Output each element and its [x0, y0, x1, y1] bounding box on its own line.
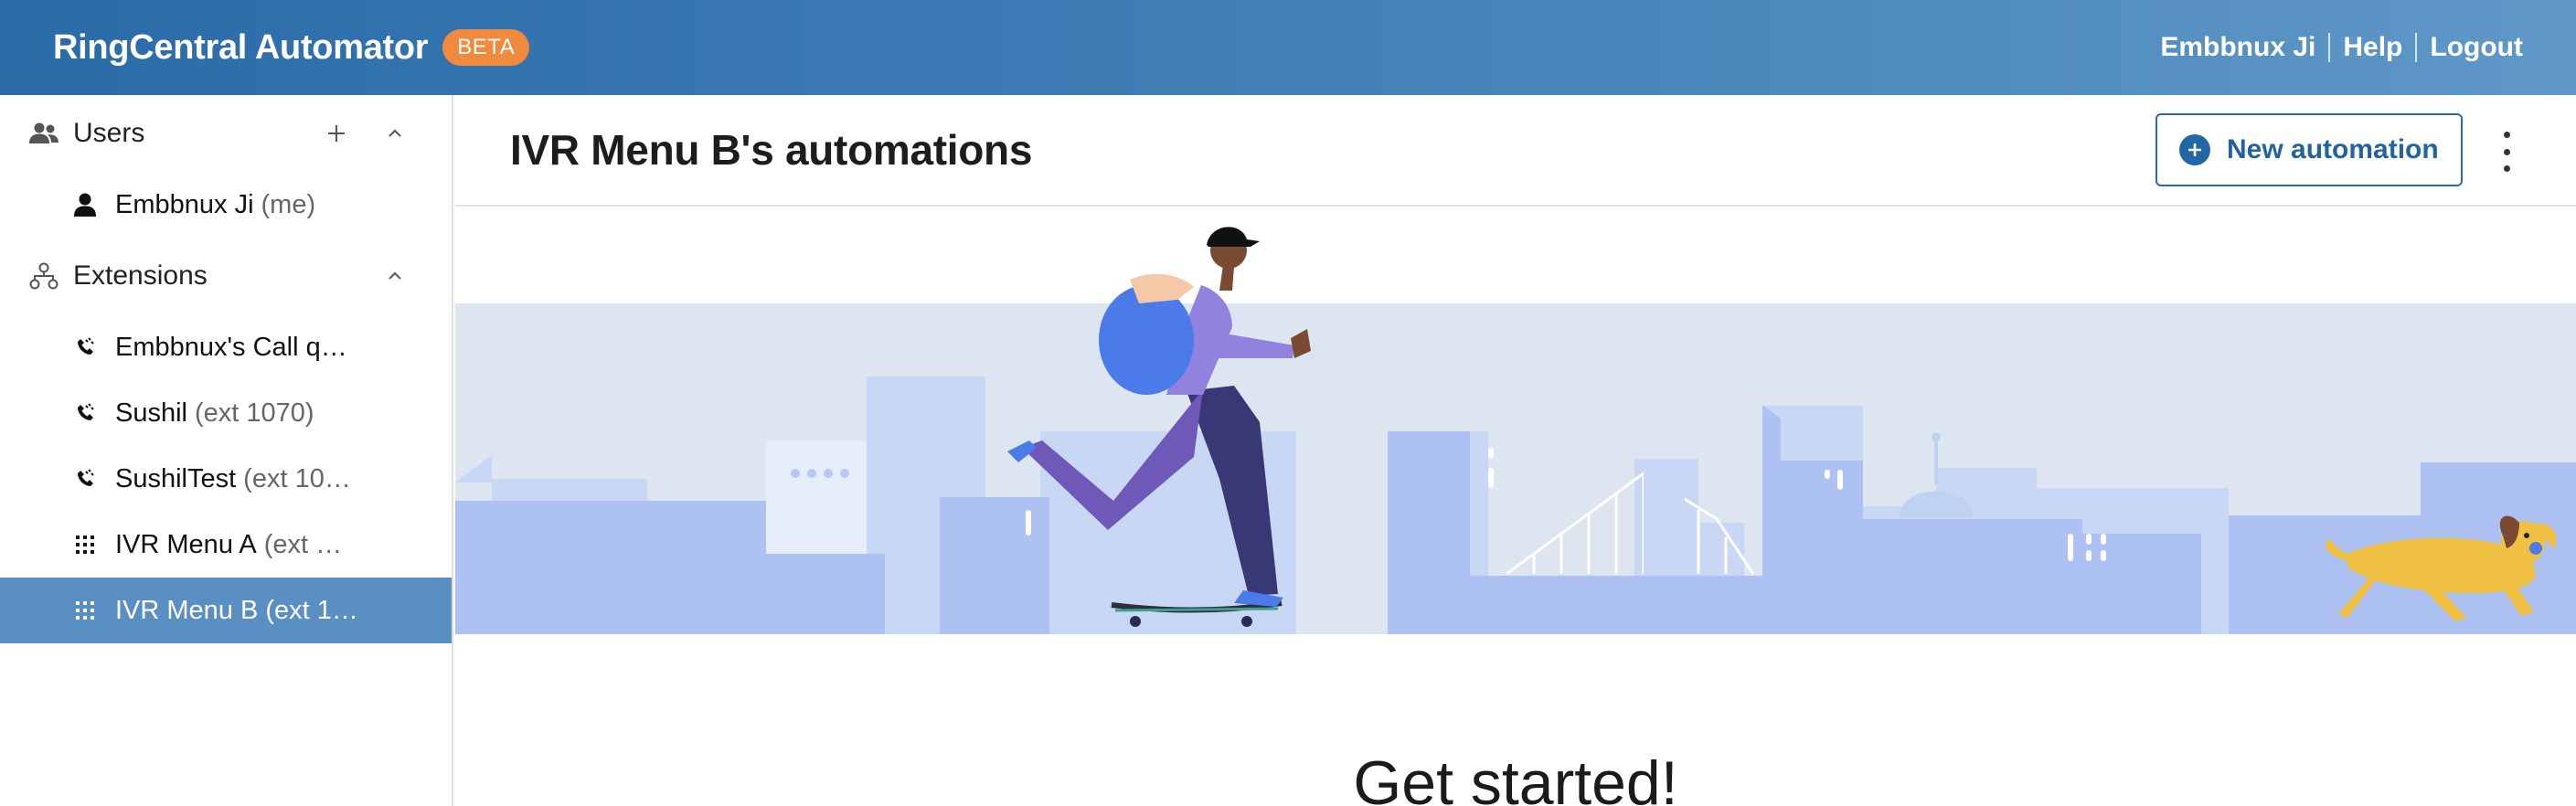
sidebar-item-extension[interactable]: SushilTest (ext 10… [0, 446, 452, 512]
sidebar-item-label: IVR Menu B (ext 1… [115, 595, 358, 625]
call-queue-icon [71, 465, 99, 493]
header-nav: Embbnux Ji Help Logout [2160, 32, 2523, 63]
person-icon [71, 191, 99, 218]
sidebar-section-label: Extensions [73, 260, 208, 291]
dialpad-icon [71, 597, 99, 624]
new-automation-label: New automation [2227, 134, 2439, 164]
sidebar-item-sub: (ext 1070) [195, 398, 314, 428]
nav-divider [2328, 33, 2331, 62]
logout-link[interactable]: Logout [2430, 32, 2523, 63]
user-name-link[interactable]: Embbnux Ji [2160, 32, 2315, 63]
sidebar-section-users[interactable]: Users [0, 97, 452, 170]
sidebar-item-label: Embbnux Ji [115, 189, 254, 219]
new-automation-button[interactable]: New automation [2156, 113, 2463, 186]
add-user-button[interactable] [320, 117, 353, 150]
sidebar-item-user-me[interactable]: Embbnux Ji (me) [0, 172, 452, 238]
more-options-icon[interactable] [2496, 132, 2517, 172]
chevron-up-icon [389, 271, 401, 280]
chevron-up-icon [389, 129, 401, 137]
skateboarder-city-illustration [455, 227, 2576, 634]
sidebar-item-label: Sushil [115, 398, 187, 428]
call-queue-icon [71, 334, 99, 361]
help-link[interactable]: Help [2343, 32, 2402, 63]
get-started-heading: Get started! [1353, 748, 1678, 806]
users-group-icon [27, 117, 60, 150]
collapse-users-button[interactable] [378, 117, 411, 150]
call-queue-icon [71, 399, 99, 427]
sidebar-item-label: SushilTest [115, 463, 237, 493]
sidebar-item-sub: (ext 10… [243, 463, 351, 493]
sidebar-item-extension[interactable]: IVR Menu A (ext … [0, 512, 452, 578]
nav-divider [2415, 33, 2418, 62]
dialpad-icon [71, 531, 99, 558]
sidebar-item-sub: (me) [261, 189, 316, 219]
main-header: IVR Menu B's automations New automation [455, 95, 2576, 207]
sidebar-item-extension-selected[interactable]: IVR Menu B (ext 1… [0, 578, 452, 643]
beta-badge: BETA [442, 29, 530, 66]
sidebar-section-label: Users [73, 118, 145, 148]
sidebar-item-extension[interactable]: Sushil (ext 1070) [0, 380, 452, 446]
page-title: IVR Menu B's automations [510, 126, 1033, 174]
app-header: RingCentral Automator BETA Embbnux Ji He… [0, 0, 2576, 95]
sidebar: Users Embbnux Ji (me) Extensions Embbnux… [0, 95, 453, 806]
sidebar-section-extensions[interactable]: Extensions [0, 239, 452, 313]
org-chart-icon [27, 260, 60, 292]
sidebar-item-label: Embbnux's Call q… [115, 332, 347, 362]
sidebar-item-extension[interactable]: Embbnux's Call q… [0, 314, 452, 380]
plus-circle-icon [2179, 134, 2210, 165]
hero-illustration [455, 208, 2576, 634]
plus-icon [328, 125, 345, 142]
app-title: RingCentral Automator [53, 27, 429, 67]
collapse-extensions-button[interactable] [378, 260, 411, 292]
sidebar-item-label: IVR Menu A [115, 529, 257, 559]
sidebar-item-sub: (ext … [263, 529, 343, 559]
